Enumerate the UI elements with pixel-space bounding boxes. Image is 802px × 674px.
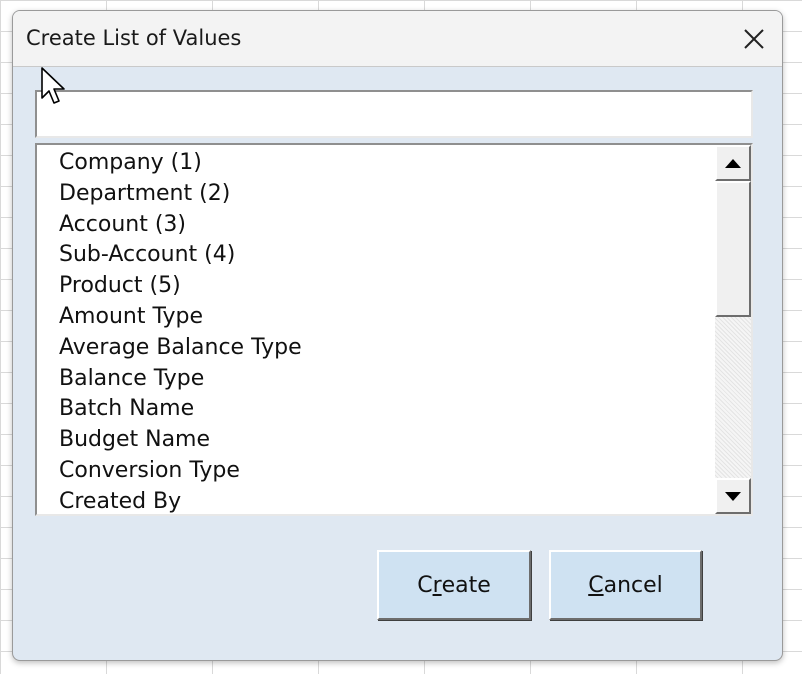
list-item[interactable]: Amount Type — [37, 302, 715, 333]
create-label-pre: C — [417, 572, 433, 598]
cancel-button[interactable]: Cancel — [549, 550, 702, 620]
list-item[interactable]: Company (1) — [37, 148, 715, 179]
values-list: Company (1) Department (2) Account (3) Sub-… — [37, 145, 715, 514]
arrow-down-icon — [725, 491, 741, 501]
create-label-post: eate — [441, 572, 491, 598]
list-item[interactable]: Conversion Type — [37, 456, 715, 487]
scroll-thumb[interactable] — [715, 181, 751, 317]
scroll-up-button[interactable] — [715, 145, 751, 181]
arrow-up-icon — [725, 158, 741, 168]
list-item[interactable]: Product (5) — [37, 271, 715, 302]
list-item[interactable]: Budget Name — [37, 425, 715, 456]
close-button[interactable] — [738, 23, 770, 55]
create-label-accel: r — [432, 572, 442, 598]
create-list-dialog: Create List of Values Company (1) Departm… — [12, 10, 783, 661]
cancel-label-post: ancel — [603, 572, 663, 598]
list-item[interactable]: Balance Type — [37, 364, 715, 395]
values-listbox[interactable]: Company (1) Department (2) Account (3) Sub-… — [35, 143, 753, 516]
list-item[interactable]: Sub-Account (4) — [37, 240, 715, 271]
cancel-label-accel: C — [588, 572, 604, 598]
list-item[interactable]: Created By — [37, 487, 715, 514]
filter-input[interactable] — [35, 90, 753, 138]
scroll-down-button[interactable] — [715, 478, 751, 514]
vertical-scrollbar[interactable] — [715, 145, 751, 514]
list-item[interactable]: Batch Name — [37, 394, 715, 425]
list-item[interactable]: Account (3) — [37, 210, 715, 241]
dialog-title: Create List of Values — [26, 26, 242, 50]
create-button[interactable]: Cr eate — [377, 550, 531, 620]
list-item[interactable]: Department (2) — [37, 179, 715, 210]
close-icon — [744, 29, 764, 49]
title-bar[interactable]: Create List of Values — [13, 11, 782, 67]
list-item[interactable]: Average Balance Type — [37, 333, 715, 364]
